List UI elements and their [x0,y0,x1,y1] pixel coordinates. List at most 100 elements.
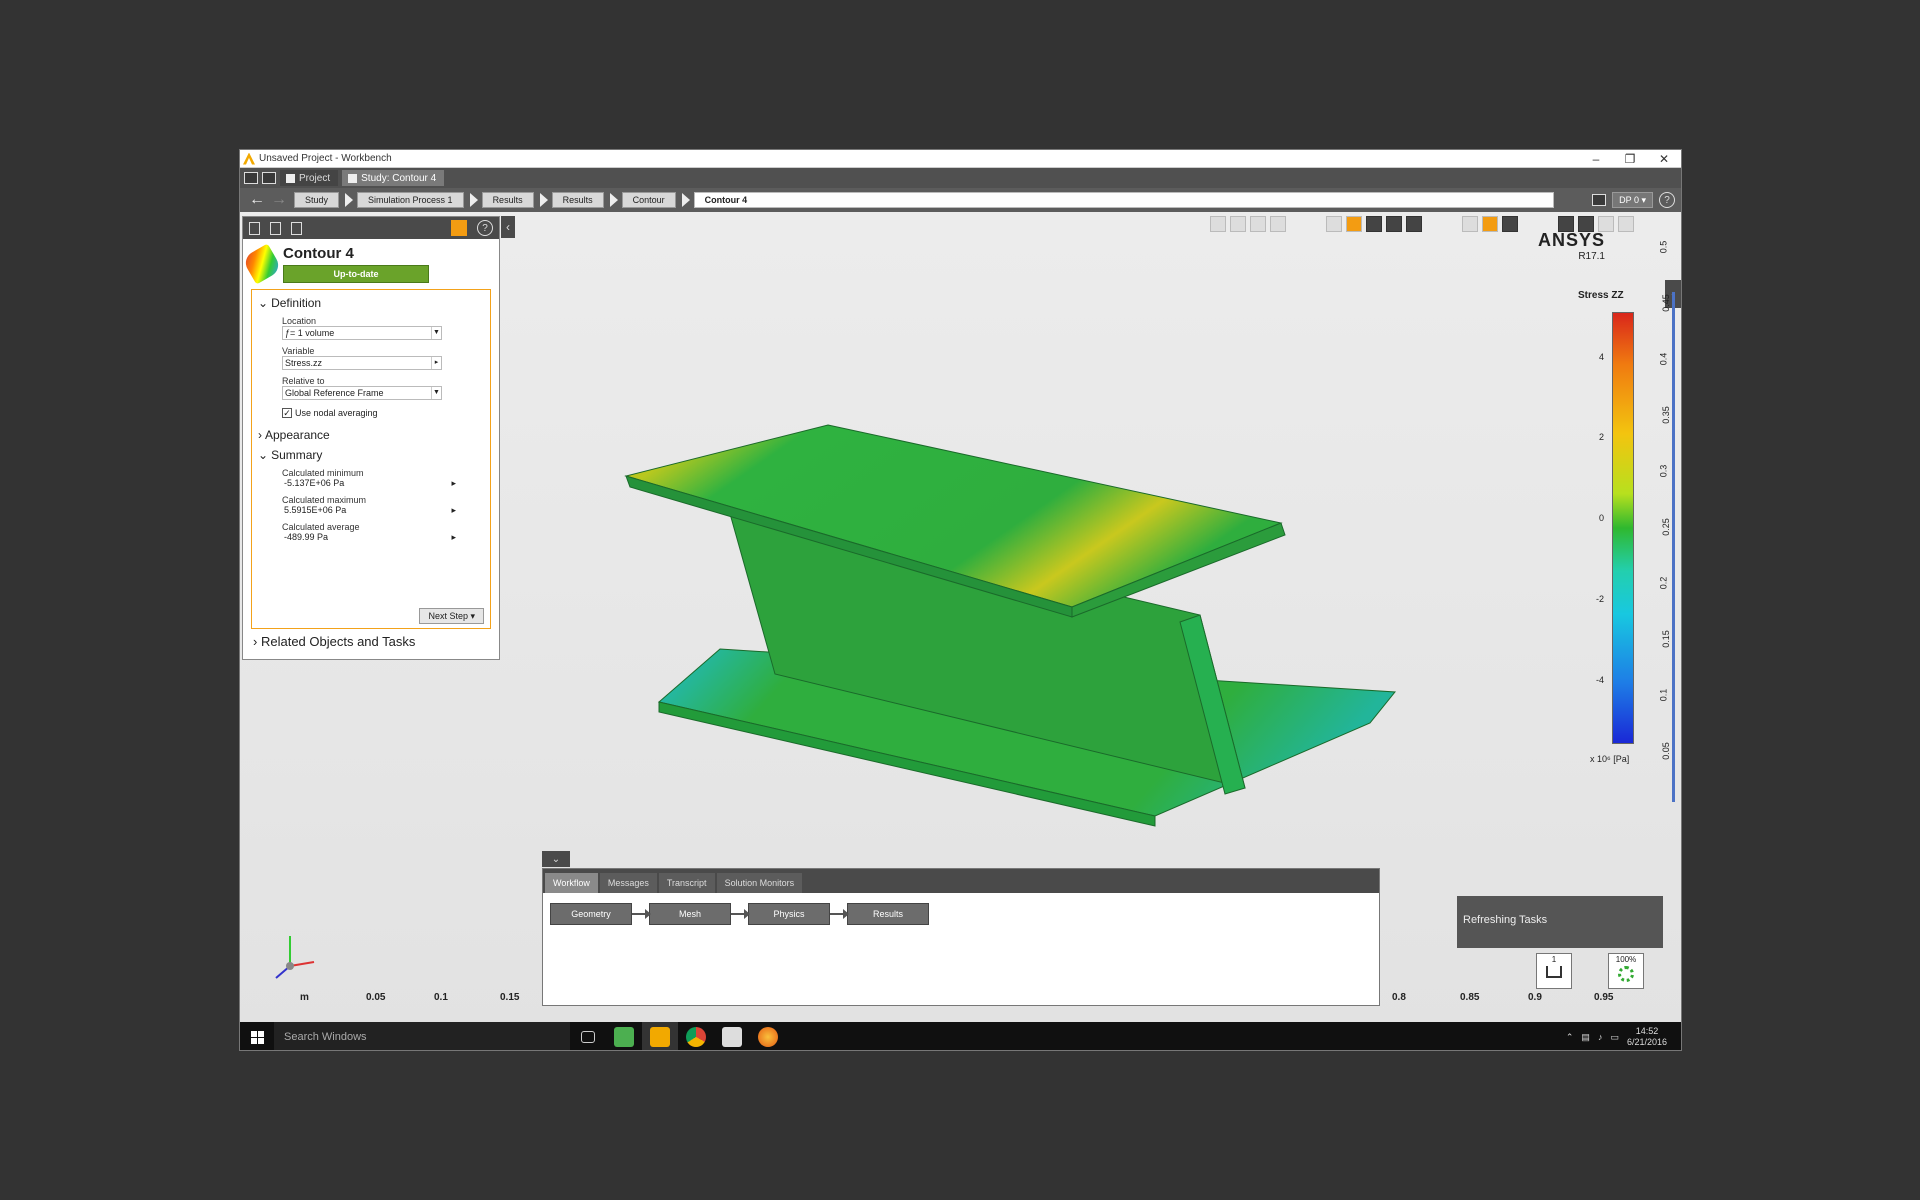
ruler-label: 0.45 [1660,294,1671,312]
system-tray: ⌃ ▤ ♪ ▭ 14:52 6/21/2016 [1566,1026,1681,1048]
tab-messages[interactable]: Messages [599,873,657,893]
select-tool-icon[interactable] [1366,216,1382,232]
avg-value: -489.99 Pa [284,532,329,542]
nodal-averaging-checkbox[interactable]: ✓ [282,408,292,418]
app-c2-icon[interactable] [714,1022,750,1050]
chrome-icon[interactable] [678,1022,714,1050]
expand-arrow-icon[interactable]: ▸ [451,532,456,543]
crumb-contour[interactable]: Contour [621,192,676,208]
location-field[interactable]: ƒ= 1 volume ▼ [282,326,442,340]
layout-icon[interactable] [262,172,276,184]
panel-help-icon[interactable]: ? [477,220,493,236]
tab-transcript[interactable]: Transcript [658,873,715,893]
step-physics[interactable]: Physics [748,903,830,925]
menu-icon[interactable] [244,172,258,184]
ruler-label: m [300,992,309,1003]
minimize-button[interactable]: – [1579,150,1613,168]
summary-section-header[interactable]: ⌄ Summary [258,448,484,462]
taskbar-search[interactable]: Search Windows [274,1022,570,1050]
expand-arrow-icon[interactable]: ▸ [451,478,456,489]
panel-title: Contour 4 [283,245,354,262]
orientation-icon[interactable] [1618,216,1634,232]
spinner-icon [1618,966,1634,982]
zoom-tool-icon[interactable] [1482,216,1498,232]
legend-title: Stress ZZ [1578,290,1624,301]
design-point-select[interactable]: DP 0 ▾ [1612,192,1653,208]
view-tool-icon[interactable] [1250,216,1266,232]
progress-indicator[interactable]: 100% [1608,953,1644,989]
crumb-simulation-process[interactable]: Simulation Process 1 [357,192,464,208]
tab-project[interactable]: Project [280,170,339,186]
chevron-down-icon[interactable]: ▼ [431,327,441,339]
task-view-icon[interactable] [570,1022,606,1050]
restore-button[interactable]: ❐ [1613,150,1647,168]
tab-solution-monitors[interactable]: Solution Monitors [716,873,803,893]
zoom-tool-icon[interactable] [1462,216,1478,232]
crumb-results-2[interactable]: Results [551,192,604,208]
network-icon[interactable]: ▤ [1581,1032,1590,1043]
step-results[interactable]: Results [847,903,929,925]
variable-field[interactable]: Stress.zz ▸ [282,356,442,370]
view-tool-icon[interactable] [1230,216,1246,232]
relative-to-select[interactable]: Global Reference Frame ▼ [282,386,442,400]
select-tool-icon[interactable] [1326,216,1342,232]
graphics-viewport[interactable]: ? Contour 4 Up-to-date ⌄ Definition Loca… [240,212,1681,1050]
window-controls: – ❐ ✕ [1579,150,1681,168]
location-label: Location [282,316,317,326]
tab-workflow[interactable]: Workflow [545,873,598,893]
app-ansys-icon[interactable] [642,1022,678,1050]
panel-collapse-icon[interactable]: ‹ [501,216,515,238]
clock[interactable]: 14:52 6/21/2016 [1627,1026,1667,1048]
chevron-down-icon: ⌄ [258,448,269,462]
next-step-button[interactable]: Next Step ▾ [419,608,484,624]
back-arrow-icon[interactable]: ← [246,191,268,209]
forward-arrow-icon[interactable]: → [268,191,290,209]
volume-icon[interactable]: ♪ [1598,1032,1603,1042]
expand-arrow-icon[interactable]: ▸ [431,357,441,369]
copy-icon[interactable] [270,221,281,235]
crumb-results-1[interactable]: Results [481,192,534,208]
clock-time: 14:52 [1635,1026,1659,1036]
step-mesh[interactable]: Mesh [649,903,731,925]
chevron-down-icon[interactable]: ▼ [431,387,441,399]
legend-tick: 4 [1598,352,1604,362]
task-counter[interactable]: 1 [1536,953,1572,989]
chevron-up-icon[interactable]: ⌃ [1566,1032,1574,1043]
legend-tick: 2 [1598,432,1604,442]
notifications-icon[interactable]: ▭ [1610,1032,1619,1043]
step-geometry[interactable]: Geometry [550,903,632,925]
app-c-icon[interactable] [606,1022,642,1050]
close-button[interactable]: ✕ [1647,150,1681,168]
report-icon[interactable] [1592,194,1607,206]
filter-icon[interactable] [451,220,467,236]
appearance-section-header[interactable]: › Appearance [258,428,484,442]
definition-section-header[interactable]: ⌄ Definition [258,296,484,310]
select-tool-icon[interactable] [1386,216,1402,232]
start-button[interactable] [240,1022,274,1050]
view-tool-icon[interactable] [1210,216,1226,232]
panel-header: Contour 4 Up-to-date [241,239,499,285]
select-tool-icon[interactable] [1346,216,1362,232]
related-objects-header[interactable]: › Related Objects and Tasks [253,634,415,649]
delete-icon[interactable] [291,221,302,235]
crumb-contour-4[interactable]: Contour 4 [693,192,1554,208]
firefox-icon[interactable] [750,1022,786,1050]
ruler-label: 0.3 [1658,464,1669,478]
message-panel-collapse-icon[interactable]: ⌄ [542,851,570,867]
tab-study-contour[interactable]: Study: Contour 4 [342,170,445,186]
nodal-averaging-row[interactable]: ✓ Use nodal averaging [282,408,484,418]
ruler-label: 0.4 [1658,352,1669,366]
new-icon[interactable] [249,221,260,235]
section-label: Summary [271,448,323,462]
ruler-label: 0.05 [1660,742,1671,760]
crumb-separator-icon [539,193,548,207]
project-icon [286,173,295,183]
select-tool-icon[interactable] [1406,216,1422,232]
expand-arrow-icon[interactable]: ▸ [451,505,456,516]
legend-tick: -4 [1595,675,1604,685]
tab-label: Study: Contour 4 [361,172,437,184]
view-tool-icon[interactable] [1270,216,1286,232]
crumb-study[interactable]: Study [294,192,340,208]
fit-view-icon[interactable] [1502,216,1518,232]
help-icon[interactable]: ? [1659,192,1675,208]
